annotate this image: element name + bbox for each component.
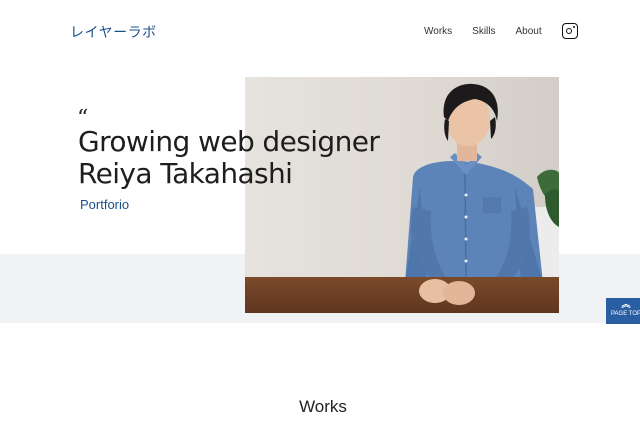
- site-logo[interactable]: レイヤーラボ: [70, 22, 157, 42]
- site-header: レイヤーラボ Works Skills About: [0, 0, 640, 64]
- profile-photo-illustration: [245, 77, 559, 313]
- profile-photo: [245, 77, 559, 313]
- nav-skills-link[interactable]: Skills: [472, 26, 495, 37]
- page-top-button[interactable]: ︽ PAGE TOP: [606, 298, 640, 324]
- nav-about-link[interactable]: About: [516, 26, 542, 37]
- main-nav: Works Skills About: [424, 23, 578, 39]
- hero-subtitle: Portforio: [80, 197, 130, 212]
- page-top-label: PAGE TOP: [610, 311, 640, 317]
- double-chevron-up-icon: ︽: [621, 300, 631, 310]
- hero-title-line1: Growing web designer: [78, 125, 380, 158]
- instagram-icon[interactable]: [561, 23, 578, 39]
- nav-works-link[interactable]: Works: [424, 26, 452, 37]
- hero-title-line2: Reiya Takahashi: [78, 157, 293, 190]
- works-section-heading: Works: [299, 397, 347, 416]
- hero-title: Growing web designer Reiya Takahashi: [78, 125, 380, 190]
